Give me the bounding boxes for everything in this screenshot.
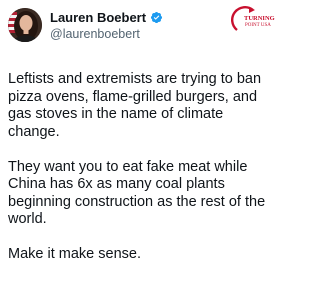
tweet-paragraph: They want you to eat fake meat while Chi… xyxy=(8,158,266,228)
avatar[interactable] xyxy=(8,8,42,42)
author-handle[interactable]: @laurenboebert xyxy=(50,27,140,41)
tweet-card: Lauren Boebert @laurenboebert TURNING PO… xyxy=(0,0,281,300)
turning-point-usa-logo: TURNING POINT USA xyxy=(231,4,275,34)
watermark-text-line1: TURNING xyxy=(244,15,275,22)
author-name-row: Lauren Boebert xyxy=(50,9,163,25)
tweet-text: Leftists and extremists are trying to ba… xyxy=(8,71,278,264)
tweet-paragraph: Make it make sense. xyxy=(8,246,141,262)
tweet-paragraph: Leftists and extremists are trying to ba… xyxy=(8,71,262,140)
verified-badge-icon xyxy=(150,11,163,24)
watermark-text-line2: POINT USA xyxy=(245,23,271,28)
author-display-name[interactable]: Lauren Boebert xyxy=(50,10,146,25)
